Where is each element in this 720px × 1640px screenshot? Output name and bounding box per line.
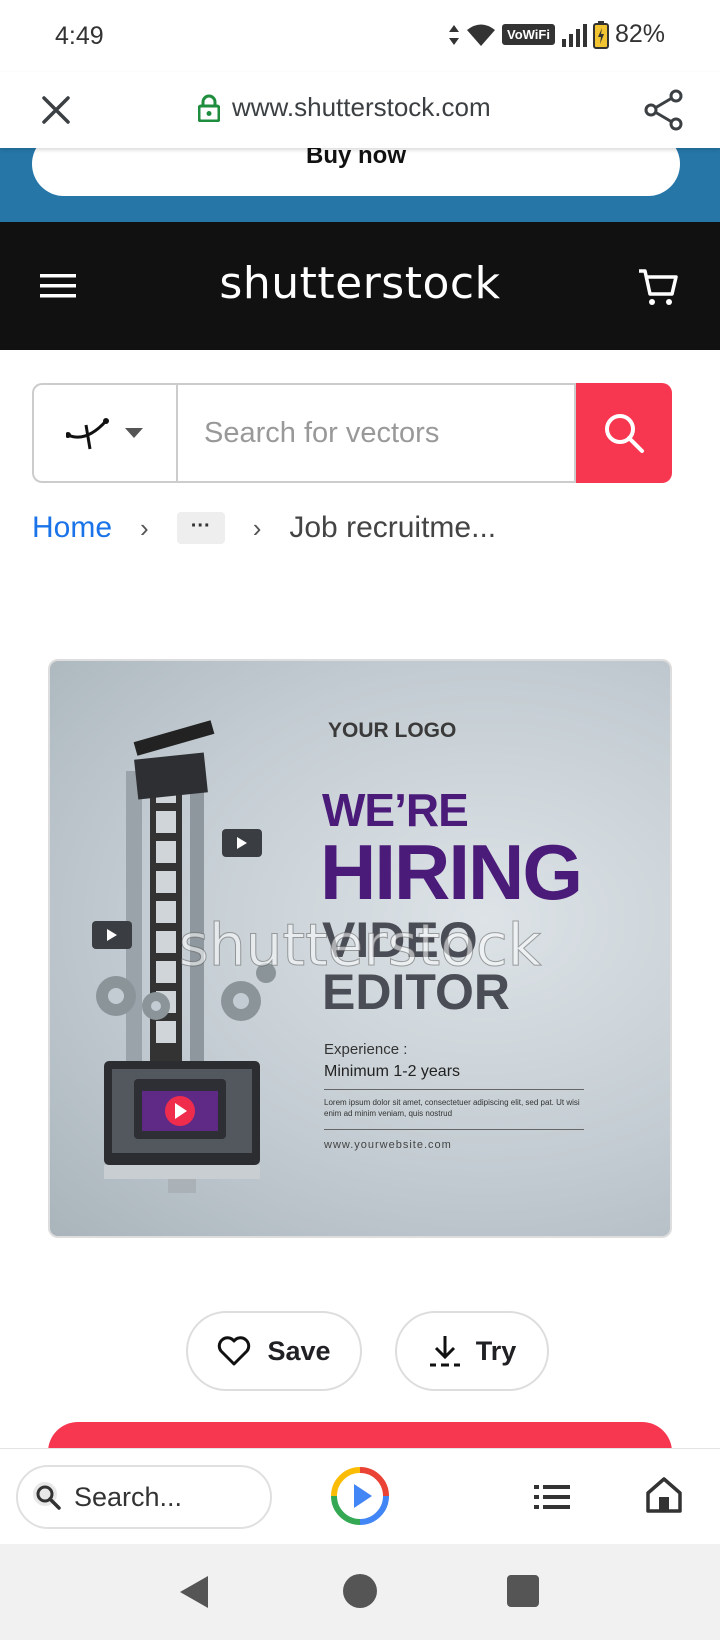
breadcrumb: Home › ··· › Job recruitme... [32,506,496,550]
cart-icon[interactable] [636,264,680,308]
battery-percent: 82% [614,20,665,48]
asset-type-selector[interactable] [32,383,176,483]
status-icons: VoWiFi 82% [448,20,665,49]
battery-icon [592,20,609,49]
search-button[interactable] [576,383,672,483]
chevron-down-icon [125,428,143,438]
chevron-right-icon: › [252,512,262,543]
signal-icon [561,23,587,47]
system-nav-bar [0,1544,720,1640]
vector-pen-icon [66,418,109,450]
url-display[interactable]: www.shutterstock.com [198,92,491,123]
try-button[interactable]: Try [395,1311,549,1391]
preview-logo-text: YOUR LOGO [328,719,457,742]
browser-bottom-toolbar: Search... [0,1448,720,1544]
toolbar-search-placeholder: Search... [74,1481,183,1512]
status-time: 4:49 [55,22,104,50]
preview-experience-value: Minimum 1-2 years [324,1063,461,1080]
save-label: Save [267,1335,331,1366]
preview-body-text: Lorem ipsum dolor sit amet, consectetuer… [324,1098,580,1118]
wifi-icon [466,24,495,46]
divider [324,1089,584,1090]
vowifi-badge: VoWiFi [501,24,555,45]
list-icon[interactable] [532,1479,572,1515]
browser-url-bar: www.shutterstock.com [0,72,720,148]
breadcrumb-home[interactable]: Home [32,511,112,545]
status-bar: 4:49 VoWiFi 82% [0,0,720,72]
preview-image[interactable]: YOUR LOGO WE’RE HIRING VIDEO EDITOR Expe… [48,659,672,1238]
play-assistant-icon[interactable] [330,1466,390,1526]
close-icon[interactable] [36,90,76,130]
url-text: www.shutterstock.com [232,92,491,122]
search-bar: Search for vectors [32,383,672,483]
preview-experience-label: Experience : [324,1041,408,1058]
home-circle-icon[interactable] [343,1574,377,1608]
search-icon [33,1482,61,1510]
toolbar-search-field[interactable]: Search... [16,1465,272,1529]
data-arrows-icon [448,24,459,45]
preview-headline-2: HIRING [320,828,583,916]
search-input[interactable]: Search for vectors [176,383,576,483]
heart-icon [218,1336,251,1366]
save-button[interactable]: Save [186,1311,362,1391]
preview-website: www.yourwebsite.com [324,1139,452,1151]
recents-square-icon[interactable] [507,1575,539,1607]
divider [324,1129,584,1130]
watermark: shutterstock [178,911,542,980]
shutterstock-logo[interactable]: shutterstock [0,258,720,309]
share-icon[interactable] [642,88,686,132]
home-icon[interactable] [644,1475,684,1515]
breadcrumb-current: Job recruitme... [289,511,497,544]
lock-icon [198,94,220,122]
site-header: shutterstock [0,222,720,350]
chevron-right-icon: › [140,512,149,543]
try-label: Try [475,1335,517,1366]
breadcrumb-ellipsis[interactable]: ··· [176,512,225,544]
search-icon [605,414,644,453]
download-icon [429,1336,460,1367]
back-icon[interactable] [178,1574,210,1610]
